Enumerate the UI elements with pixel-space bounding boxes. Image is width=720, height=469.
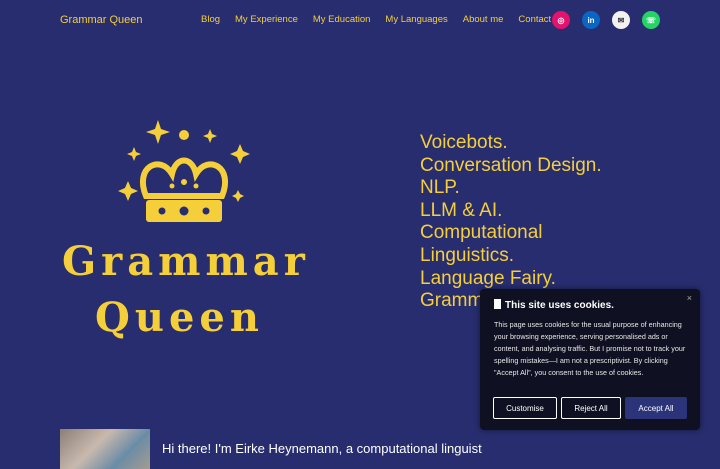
nav-item-education[interactable]: My Education — [313, 14, 371, 25]
grammar-queen-logo: Grammar Queen — [62, 112, 310, 352]
nav-item-blog[interactable]: Blog — [201, 14, 220, 25]
close-icon[interactable]: × — [687, 293, 692, 303]
reject-all-button[interactable]: Reject All — [561, 397, 621, 419]
cookie-consent-dialog: This site uses cookies. × This page uses… — [480, 289, 700, 430]
nav-item-experience[interactable]: My Experience — [235, 14, 298, 25]
tagline: Voicebots. — [420, 132, 508, 153]
customise-button[interactable]: Customise — [493, 397, 557, 419]
tagline: Linguistics. — [420, 244, 514, 266]
linkedin-icon[interactable]: in — [582, 11, 600, 29]
crown-icon — [118, 120, 250, 222]
profile-photo — [60, 429, 150, 469]
mail-icon[interactable]: ✉ — [612, 11, 630, 29]
logo-text-line2: Queen — [95, 294, 264, 341]
tagline: Language Fairy. — [420, 267, 556, 289]
nav-item-about[interactable]: About me — [463, 14, 504, 25]
cookie-title-text: This site uses cookies. — [505, 300, 614, 311]
intro-text: Hi there! I'm Eirke Heynemann, a computa… — [162, 441, 482, 456]
social-links: ◎ in ✉ ☏ — [552, 11, 660, 29]
cookie-body-text: This page uses cookies for the usual pur… — [494, 320, 686, 377]
accept-all-button[interactable]: Accept All — [625, 397, 687, 419]
tagline: NLP. — [420, 177, 460, 199]
tagline: Conversation Design. — [420, 154, 602, 176]
main-menu: Blog My Experience My Education My Langu… — [201, 14, 551, 25]
whatsapp-icon[interactable]: ☏ — [642, 11, 660, 29]
nav-item-languages[interactable]: My Languages — [385, 14, 447, 25]
tagline: LLM & AI. — [420, 199, 503, 221]
cookie-title: This site uses cookies. — [494, 299, 614, 311]
cookie-icon — [494, 299, 501, 309]
top-navigation: Grammar Queen Blog My Experience My Educ… — [0, 0, 720, 42]
instagram-icon[interactable]: ◎ — [552, 11, 570, 29]
logo-text-line1: Grammar — [62, 238, 310, 285]
nav-item-contact[interactable]: Contact — [518, 14, 551, 25]
hero-taglines: Voicebots. Conversation Design. NLP. LLM… — [420, 132, 602, 313]
tagline: Computational — [420, 222, 543, 244]
site-brand[interactable]: Grammar Queen — [60, 14, 143, 26]
